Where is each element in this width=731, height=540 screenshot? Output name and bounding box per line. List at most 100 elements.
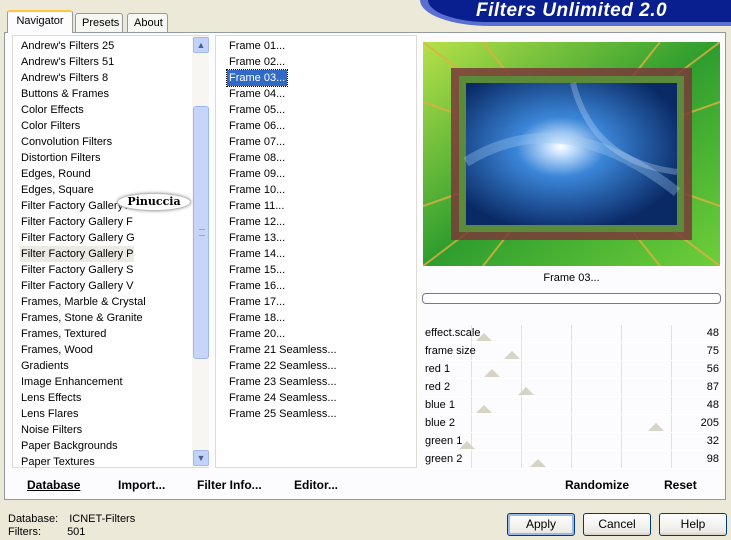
category-item[interactable]: Filter Factory Gallery V (20, 278, 134, 294)
filter-item[interactable]: Frame 20... (227, 326, 287, 342)
slider-value: 205 (700, 417, 719, 429)
category-item[interactable]: Filter Factory Gallery F (20, 214, 134, 230)
category-item[interactable]: Distortion Filters (20, 150, 101, 166)
category-item[interactable]: Andrew's Filters 51 (20, 54, 115, 70)
filters-status-value: 501 (67, 526, 86, 538)
category-item[interactable]: Edges, Square (20, 182, 95, 198)
slider-green-1[interactable]: green 1 32 (422, 433, 721, 451)
category-item[interactable]: Edges, Round (20, 166, 92, 182)
category-scrollbar[interactable]: ▲ ▼ (192, 36, 209, 467)
slider-value: 87 (706, 381, 719, 393)
slider-thumb[interactable] (504, 351, 520, 359)
filter-item[interactable]: Frame 17... (227, 294, 287, 310)
category-item[interactable]: Lens Effects (20, 390, 82, 406)
scroll-down-icon[interactable]: ▼ (193, 450, 209, 466)
filter-item[interactable]: Frame 12... (227, 214, 287, 230)
tab-navigator[interactable]: Navigator (7, 10, 73, 33)
database-status-value: ICNET-Filters (69, 513, 136, 525)
category-item[interactable]: Frames, Stone & Granite (20, 310, 144, 326)
reset-button[interactable]: Reset (664, 474, 697, 498)
grip-icon (199, 229, 205, 236)
app-title-banner: Filters Unlimited 2.0 (428, 0, 731, 22)
category-item[interactable]: Frames, Textured (20, 326, 107, 342)
slider-red-2[interactable]: red 2 87 (422, 379, 721, 397)
slider-thumb[interactable] (648, 423, 664, 431)
category-item[interactable]: Filter Factory Gallery G (20, 230, 136, 246)
slider-effect-scale[interactable]: effect.scale 48 (422, 325, 721, 343)
category-list[interactable]: Andrew's Filters 25 Andrew's Filters 51 An… (12, 35, 209, 468)
category-item[interactable]: Filter Factory Gallery S (20, 262, 134, 278)
filter-item[interactable]: Frame 08... (227, 150, 287, 166)
category-item[interactable]: Paper Backgrounds (20, 438, 119, 454)
slider-blue-2[interactable]: blue 2 205 (422, 415, 721, 433)
help-button[interactable]: Help (659, 513, 727, 536)
filter-item[interactable]: Frame 18... (227, 310, 287, 326)
filter-item[interactable]: Frame 09... (227, 166, 287, 182)
category-item[interactable]: Gradients (20, 358, 70, 374)
filter-item[interactable]: Frame 04... (227, 86, 287, 102)
editor-button[interactable]: Editor... (294, 474, 338, 498)
filter-item[interactable]: Frame 22 Seamless... (227, 358, 339, 374)
slider-thumb[interactable] (476, 405, 492, 413)
slider-thumb[interactable] (484, 369, 500, 377)
slider-value: 56 (706, 363, 719, 375)
database-label: Database (27, 478, 81, 492)
category-item[interactable]: Frames, Marble & Crystal (20, 294, 147, 310)
filter-item[interactable]: Frame 16... (227, 278, 287, 294)
category-item[interactable]: Buttons & Frames (20, 86, 110, 102)
cancel-button[interactable]: Cancel (583, 513, 651, 536)
filters-status-label: Filters: (8, 526, 41, 538)
database-button[interactable]: Database (27, 474, 80, 498)
slider-ticks (422, 397, 721, 414)
slider-thumb[interactable] (518, 387, 534, 395)
tab-presets[interactable]: Presets (75, 13, 123, 32)
filter-item[interactable]: Frame 10... (227, 182, 287, 198)
slider-label: blue 2 (425, 417, 455, 429)
filter-item[interactable]: Frame 03... (225, 69, 289, 87)
preview-image (423, 42, 720, 266)
filter-item[interactable]: Frame 02... (227, 54, 287, 70)
filter-item[interactable]: Frame 14... (227, 246, 287, 262)
slider-green-2[interactable]: green 2 98 (422, 451, 721, 469)
apply-button[interactable]: Apply (507, 513, 575, 536)
filter-info-button[interactable]: Filter Info... (197, 474, 262, 498)
category-item[interactable]: Lens Flares (20, 406, 79, 422)
filter-item[interactable]: Frame 01... (227, 38, 287, 54)
filter-list[interactable]: Frame 01... Frame 02... Frame 03... Frame 0… (215, 35, 417, 468)
category-item[interactable]: Filter Factory Gallery P (20, 246, 135, 262)
category-item[interactable]: Frames, Wood (20, 342, 94, 358)
category-item[interactable]: Color Filters (20, 118, 81, 134)
category-item[interactable]: Image Enhancement (20, 374, 124, 390)
slider-blue-1[interactable]: blue 1 48 (422, 397, 721, 415)
slider-value: 32 (706, 435, 719, 447)
filter-item[interactable]: Frame 13... (227, 230, 287, 246)
slider-value: 48 (706, 399, 719, 411)
category-item[interactable]: Noise Filters (20, 422, 83, 438)
category-item[interactable]: Andrew's Filters 8 (20, 70, 109, 86)
filter-item[interactable]: Frame 23 Seamless... (227, 374, 339, 390)
preview-graphic (423, 42, 720, 266)
category-item[interactable]: Paper Textures (20, 454, 96, 470)
category-item[interactable]: Convolution Filters (20, 134, 113, 150)
filter-item[interactable]: Frame 24 Seamless... (227, 390, 339, 406)
slider-red-1[interactable]: red 1 56 (422, 361, 721, 379)
category-item[interactable]: Andrew's Filters 25 (20, 38, 115, 54)
import-button[interactable]: Import... (118, 474, 165, 498)
filter-item[interactable]: Frame 21 Seamless... (227, 342, 339, 358)
filter-item[interactable]: Frame 15... (227, 262, 287, 278)
progress-bar (422, 293, 721, 304)
filter-item[interactable]: Frame 11... (227, 198, 286, 214)
filter-item[interactable]: Frame 07... (227, 134, 287, 150)
tab-about[interactable]: About (127, 13, 168, 32)
slider-frame-size[interactable]: frame size 75 (422, 343, 721, 361)
filter-item[interactable]: Frame 05... (227, 102, 287, 118)
filter-item[interactable]: Frame 25 Seamless... (227, 406, 339, 422)
slider-thumb[interactable] (530, 459, 546, 467)
category-item[interactable]: Color Effects (20, 102, 85, 118)
slider-label: red 2 (425, 381, 451, 393)
status-database: Database: ICNET-Filters (8, 513, 135, 525)
scroll-up-icon[interactable]: ▲ (193, 37, 209, 53)
scrollbar-thumb[interactable] (193, 106, 209, 359)
filter-item[interactable]: Frame 06... (227, 118, 287, 134)
randomize-button[interactable]: Randomize (565, 474, 629, 498)
